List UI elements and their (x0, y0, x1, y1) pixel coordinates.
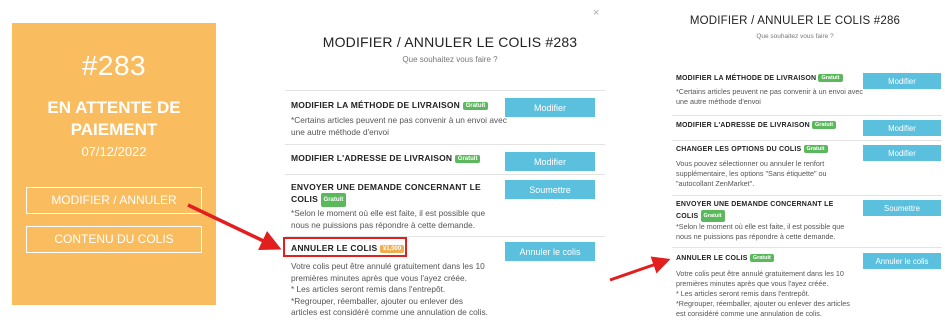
annotation-arrows (187, 203, 671, 282)
arrow-to-cancel-option (187, 203, 282, 250)
arrow-to-right-modal-cancel (609, 256, 671, 282)
